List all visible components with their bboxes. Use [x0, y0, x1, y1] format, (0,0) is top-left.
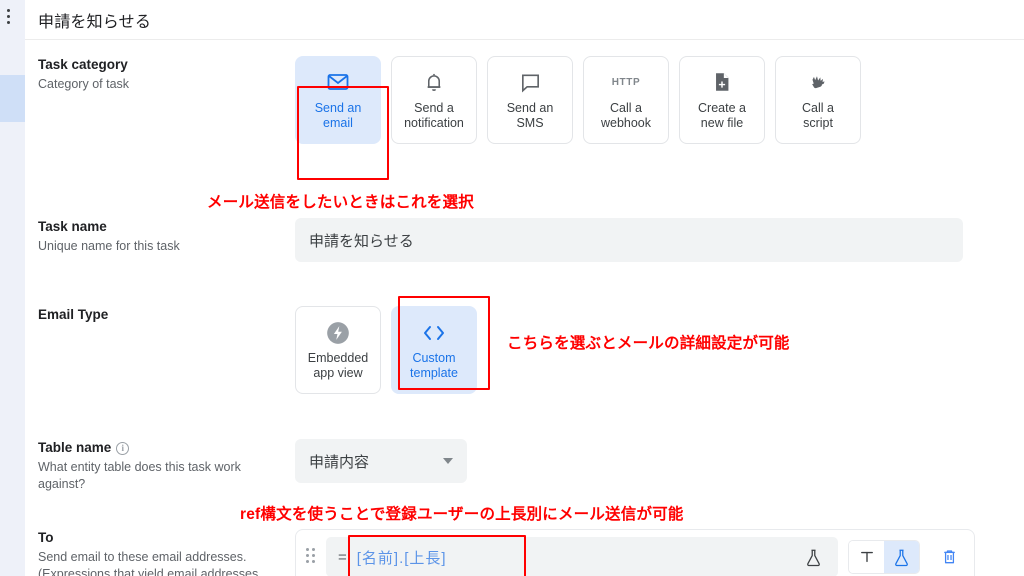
email-type-option-custom-template[interactable]: Custom template: [391, 306, 477, 394]
label-line-1: Send a: [414, 101, 454, 115]
label-line-1: Custom: [412, 350, 456, 365]
table-name-value: 申請内容: [309, 453, 370, 471]
bell-icon: [423, 69, 445, 95]
task-category-option-call-a-script[interactable]: Call a script: [775, 56, 861, 144]
task-category-option-send-a-notification[interactable]: Send a notification: [391, 56, 477, 144]
email-type-option-label: Custom template: [410, 351, 458, 381]
label-line-2: SMS: [516, 116, 544, 130]
info-icon[interactable]: i: [116, 441, 130, 455]
to-mode-toggle-group: [848, 540, 920, 574]
task-category-option-label: Send an SMS: [507, 101, 554, 131]
task-category-option-label: Send a notification: [404, 101, 464, 131]
label-line-2: script: [803, 116, 833, 130]
to-row: To Send email to these email addresses. …: [25, 529, 1024, 576]
to-expression-input[interactable]: = [名前].[上長]: [326, 537, 838, 576]
table-name-label-text: Table name: [38, 440, 112, 455]
label-line-2: notification: [404, 116, 464, 130]
label-line-2: new file: [700, 116, 744, 130]
table-name-label-block: Table name i What entity table does this…: [25, 439, 295, 493]
annotation-to-field: ref構文を使うことで登録ユーザーの上長別にメール送信が可能: [240, 506, 684, 523]
label-line-2: email: [323, 116, 353, 130]
task-name-input[interactable]: 申請を知らせる: [295, 218, 963, 262]
table-name-row: Table name i What entity table does this…: [25, 439, 1024, 493]
label-line-2: app view: [313, 365, 363, 380]
task-category-option-label: Call a webhook: [601, 101, 651, 131]
email-type-label: Email Type: [38, 307, 109, 322]
task-category-option-call-a-webhook[interactable]: HTTP Call a webhook: [583, 56, 669, 144]
to-sublabel: Send email to these email addresses. (Ex…: [38, 550, 259, 576]
code-brackets-icon: [421, 320, 447, 346]
equals-sign: =: [338, 548, 347, 566]
annotation-email-type: こちらを選ぶとメールの詳細設定が可能: [507, 335, 790, 352]
email-type-option-label: Embedded app view: [308, 351, 368, 381]
flask-icon[interactable]: [800, 544, 826, 570]
trash-icon[interactable]: [932, 540, 966, 574]
table-name-label: Table name i: [38, 439, 295, 457]
task-name-row: Task name Unique name for this task 申請を知…: [25, 218, 1024, 262]
label-line-1: Embedded: [307, 350, 369, 365]
file-plus-icon: [711, 69, 733, 95]
label-line-1: Send an: [506, 101, 554, 115]
label-line-1: Call a: [802, 101, 834, 115]
label-line-1: Send an: [314, 101, 362, 115]
main-panel: 申請を知らせる Task category Category of task S…: [25, 0, 1024, 576]
email-type-label-block: Email Type: [25, 306, 295, 394]
http-text-label: HTTP: [611, 76, 641, 88]
task-category-label: Task category: [38, 57, 128, 72]
form-body: Task category Category of task Send an e…: [25, 40, 1024, 576]
task-name-sublabel: Unique name for this task: [38, 239, 180, 253]
label-line-1: Call a: [610, 101, 642, 115]
envelope-icon: [326, 69, 350, 95]
task-name-value: 申請を知らせる: [309, 232, 414, 250]
task-name-label: Task name: [38, 219, 107, 234]
lightning-bolt-icon: [325, 320, 351, 346]
text-T-icon[interactable]: [849, 541, 884, 573]
task-category-option-send-an-sms[interactable]: Send an SMS: [487, 56, 573, 144]
task-category-label-block: Task category Category of task: [25, 56, 295, 144]
to-expression-widget: = [名前].[上長]: [295, 529, 975, 576]
task-category-option-label: Call a script: [802, 101, 834, 131]
annotation-task-category: メール送信をしたいときはこれを選択: [207, 194, 474, 211]
task-category-option-label: Send an email: [315, 101, 362, 131]
expression-flask-icon[interactable]: [884, 541, 919, 573]
table-name-sublabel: What entity table does this task work ag…: [38, 460, 241, 491]
panel-header: 申請を知らせる: [25, 0, 1024, 40]
left-rail: [0, 0, 25, 576]
app-root: 申請を知らせる Task category Category of task S…: [0, 0, 1024, 576]
task-category-row: Task category Category of task Send an e…: [25, 40, 1024, 144]
kebab-menu-icon[interactable]: [7, 9, 10, 24]
task-name-label-block: Task name Unique name for this task: [25, 218, 295, 262]
chevron-down-icon: [443, 458, 453, 464]
table-name-select[interactable]: 申請内容: [295, 439, 467, 483]
task-category-options: Send an email Send a notification Send a…: [295, 56, 861, 144]
rail-active-indicator[interactable]: [0, 75, 25, 122]
label-line-2: webhook: [600, 116, 652, 130]
to-label-block: To Send email to these email addresses. …: [25, 529, 295, 576]
label-line-1: Create a: [698, 101, 746, 115]
to-label: To: [38, 530, 54, 545]
label-line-2: template: [410, 365, 458, 380]
to-expression-value: [名前].[上長]: [356, 549, 447, 567]
task-category-sublabel: Category of task: [38, 77, 130, 91]
email-type-options: Embedded app view Custom template: [295, 306, 477, 394]
http-text-icon: HTTP: [612, 69, 641, 95]
drag-handle-icon[interactable]: [306, 548, 320, 566]
task-category-option-create-a-new-file[interactable]: Create a new file: [679, 56, 765, 144]
task-category-option-label: Create a new file: [698, 101, 746, 131]
email-type-option-embedded-app-view[interactable]: Embedded app view: [295, 306, 381, 394]
chat-bubble-icon: [519, 69, 542, 95]
script-hand-icon: [806, 69, 830, 95]
task-category-option-send-an-email[interactable]: Send an email: [295, 56, 381, 144]
page-title: 申請を知らせる: [38, 13, 152, 31]
